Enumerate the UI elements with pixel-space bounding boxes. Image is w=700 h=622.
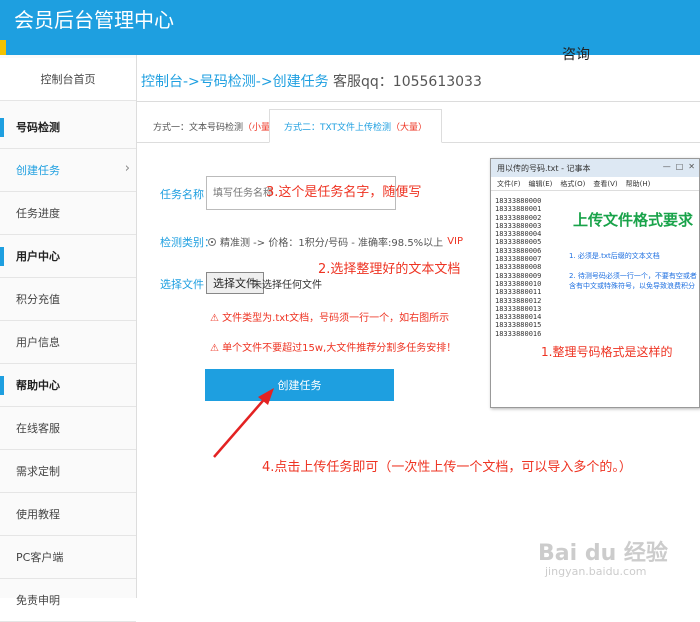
check-type-text: 精准测 -> 价格：1积分/号码 - 准确率:98.5%以上 [220,238,444,249]
tab-label: 方式一：文本号码检测 [153,122,244,133]
number-line: 18333880007 [495,255,542,264]
sidebar-section-label: 号码检测 [16,121,60,134]
notepad-menu: 文件(F) 编辑(E) 格式(O) 查看(V) 帮助(H) [491,177,699,191]
sidebar-item-pc-client[interactable]: PC客户端 [0,536,136,579]
warning-file-type: ⚠ 文件类型为.txt文档，号码须一行一个，如右图所示 [210,313,450,324]
sidebar-item-tutorial[interactable]: 使用教程 [0,493,136,536]
breadcrumb-path: 控制台->号码检测->创建任务 [141,74,329,90]
format-heading: 上传文件格式要求 [573,211,694,229]
number-line: 18333880003 [495,221,542,230]
chevron-right-icon: › [124,161,130,176]
radio-icon[interactable] [208,237,216,246]
annotation-4: 4.点击上传任务即可（一次性上传一个文档，可以导入多个的。） [262,460,632,475]
sidebar-section-help: 帮助中心 [0,364,136,407]
notepad-titlebar: 用以传的号码.txt - 记事本 — □ ✕ [491,159,699,177]
number-line: 18333880010 [495,279,542,288]
sidebar-item-home[interactable]: 控制台首页 [0,58,136,101]
number-line: 18333880004 [495,230,542,239]
tab-tag: （大量） [391,122,428,133]
number-line: 18333880012 [495,296,542,305]
file-status: 未选择任何文件 [252,280,322,291]
sidebar-section-number-check: 号码检测 [0,106,136,149]
annotation-3: 3.这个是任务名字，随便写 [266,185,422,200]
sidebar-item-label: 用户信息 [16,336,60,349]
sidebar-item-label: 使用教程 [16,508,60,521]
menu-item: 编辑(E) [528,180,553,188]
sidebar-item-label: 积分充值 [16,293,60,306]
header-accent-strip [0,40,6,55]
app-title: 会员后台管理中心 [14,8,174,32]
minimize-icon: — [662,162,671,171]
number-line: 18333880006 [495,246,542,255]
sidebar-section-user-center: 用户中心 [0,235,136,278]
number-line: 18333880005 [495,238,542,247]
format-note-1: 1. 必须是.txt后缀的文本文档 [569,252,660,260]
sidebar-item-label: 控制台首页 [40,73,96,86]
arrow-icon [213,388,274,458]
breadcrumb: 控制台->号码检测->创建任务 客服qq：1055613033 [141,71,482,91]
divider [137,101,700,102]
number-line: 18333880013 [495,304,542,313]
number-line: 18333880000 [495,197,542,205]
sidebar-item-label: 免责申明 [16,594,60,607]
number-line: 18333880014 [495,313,542,322]
notepad-title: 用以传的号码.txt - 记事本 [497,164,591,173]
close-icon: ✕ [688,162,695,171]
number-line: 18333880011 [495,288,542,297]
sidebar-item-custom[interactable]: 需求定制 [0,450,136,493]
vip-badge: VIP [447,236,464,247]
tab-bar: 方式一：文本号码检测 （小量） 方式二：TXT文件上传检测 （大量） [137,109,700,143]
sidebar-item-label: PC客户端 [16,551,64,564]
sidebar-item-label: 需求定制 [16,465,60,478]
maximize-icon: □ [675,162,684,171]
menu-item: 帮助(H) [625,180,651,188]
number-line: 18333880015 [495,321,542,330]
sidebar-item-recharge[interactable]: 积分充值 [0,278,136,321]
annotation-2: 2.选择整理好的文本文档 [318,262,461,277]
sidebar-section-label: 帮助中心 [16,379,60,392]
sidebar-item-label: 创建任务 [16,164,60,177]
warning-file-size: ⚠ 单个文件不要超过15w,大文件推荐分割多任务安排！ [210,343,457,354]
sidebar-item-label: 在线客服 [16,422,60,435]
check-type-label: 检测类别： [160,236,215,249]
service-qq: 客服qq：1055613033 [333,74,482,90]
number-line: 18333880002 [495,213,542,222]
top-header: 会员后台管理中心 [0,0,700,55]
sidebar-item-create-task[interactable]: 创建任务 › [0,149,136,192]
watermark-url: jingyan.baidu.com [545,565,647,578]
number-list: 18333880000 18333880001 18333880002 1833388… [495,197,541,338]
annotation-1: 1.整理号码格式是这样的 [541,345,673,359]
sidebar-item-disclaimer[interactable]: 免责申明 [0,579,136,622]
notepad-screenshot: 用以传的号码.txt - 记事本 — □ ✕ 文件(F) 编辑(E) 格式(O)… [490,158,700,408]
sidebar-item-user-info[interactable]: 用户信息 [0,321,136,364]
sidebar-item-task-progress[interactable]: 任务进度 [0,192,136,235]
number-line: 18333880008 [495,263,542,272]
sidebar-section-label: 用户中心 [16,250,60,263]
number-line: 18333880016 [495,329,542,338]
number-line: 18333880001 [495,205,542,214]
menu-item: 查看(V) [593,180,618,188]
consult-link[interactable]: 咨询 [562,44,590,64]
menu-item: 文件(F) [497,180,521,188]
number-line: 18333880009 [495,271,542,280]
watermark-logo: Bai du 经验 [538,541,668,566]
format-note-2: 2. 待测号码必须一行一个，不要有空或者含有中文或特殊符号，以免导致浪费积分 [569,272,697,290]
menu-item: 格式(O) [560,180,586,188]
window-controls: — □ ✕ [663,162,695,171]
tab-label: 方式二：TXT文件上传检测 [284,122,392,133]
sidebar: 控制台首页 号码检测 创建任务 › 任务进度 用户中心 积分充值 用户信息 帮助中… [0,55,137,622]
sidebar-item-label: 任务进度 [16,207,60,220]
check-type-option[interactable]: 精准测 -> 价格：1积分/号码 - 准确率:98.5%以上 VIP [208,234,463,249]
sidebar-item-online-service[interactable]: 在线客服 [0,407,136,450]
tab-txt-upload[interactable]: 方式二：TXT文件上传检测 （大量） [269,109,443,143]
